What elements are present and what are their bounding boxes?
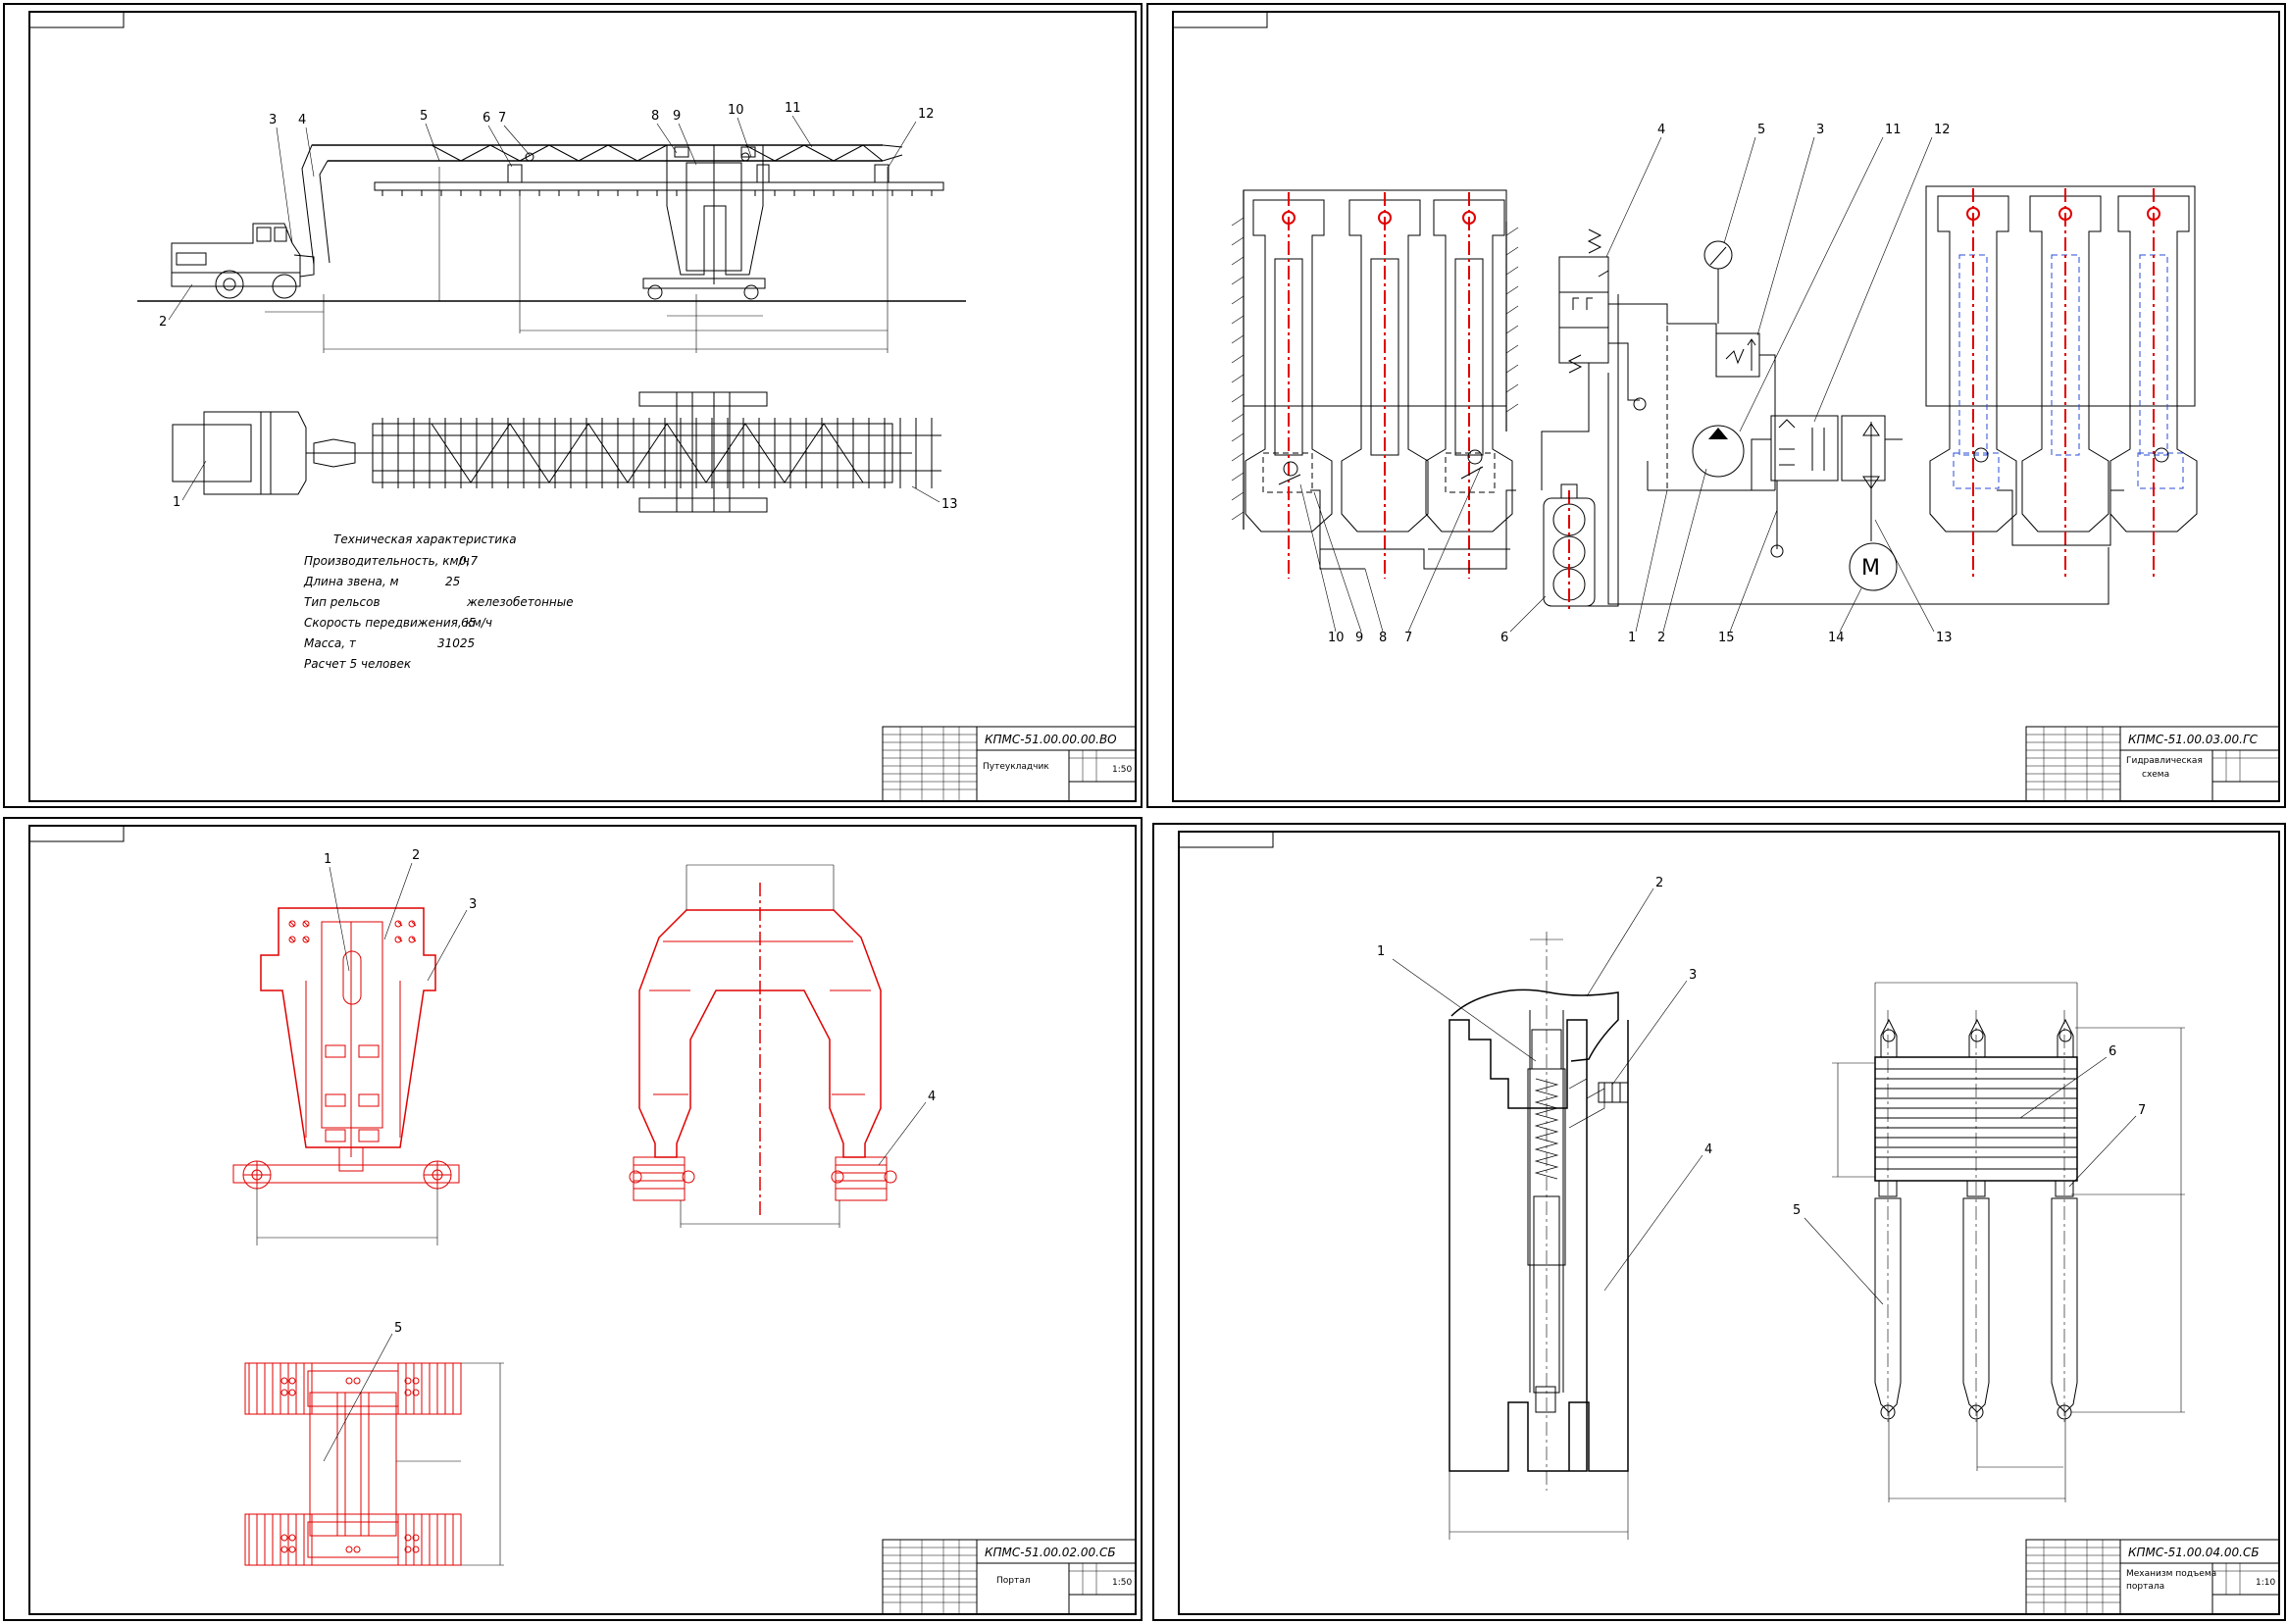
spec-label-1: Длина звена, м — [303, 575, 399, 588]
callout-4: 4 — [928, 1090, 936, 1104]
spec-title: Техническая характеристика — [333, 533, 517, 546]
sheet-3-code: КПМС-51.00.02.00.СБ — [985, 1546, 1116, 1559]
pressure-gauge — [1703, 240, 1733, 324]
cylinder-group-left — [1231, 189, 1519, 579]
callout-6: 6 — [2109, 1044, 2116, 1059]
callout-12: 12 — [918, 107, 935, 122]
callout-15: 15 — [1718, 631, 1735, 645]
callouts-lifting: 1 2 3 4 5 6 7 — [1377, 876, 2146, 1305]
coupling-block — [1751, 415, 1903, 558]
callout-2: 2 — [412, 848, 420, 863]
callout-5: 5 — [1757, 123, 1765, 137]
callout-4: 4 — [1657, 123, 1665, 137]
tractor — [171, 223, 315, 299]
jack-bank-view — [1832, 982, 2185, 1502]
callout-1: 1 — [324, 852, 331, 867]
callout-9: 9 — [673, 109, 681, 124]
sheet-3-title: Портал — [996, 1576, 1031, 1586]
boom-crane — [301, 144, 944, 266]
callout-10: 10 — [1328, 631, 1345, 645]
callout-10: 10 — [728, 103, 744, 118]
callout-5: 5 — [394, 1321, 402, 1336]
flow-divider — [1543, 483, 1596, 612]
callout-1: 1 — [173, 495, 180, 510]
sheet-1-scale: 1:50 — [1112, 765, 1132, 775]
spec-value-4: 31025 — [437, 636, 475, 650]
spec-label-2: Тип рельсов — [304, 595, 381, 609]
callout-13: 13 — [941, 497, 958, 512]
sheet-3-scale: 1:50 — [1112, 1578, 1132, 1588]
sheet-portal: 1 2 3 4 5 КПМС-51.00.02.00.СБ Портал 1:5… — [3, 817, 1143, 1621]
callout-13: 13 — [1936, 631, 1953, 645]
callout-3: 3 — [1689, 968, 1697, 983]
portal-plan-view — [244, 1362, 504, 1566]
motor-label: М — [1861, 556, 1880, 581]
callout-11: 11 — [785, 101, 801, 116]
electric-motor: М — [1849, 542, 1898, 591]
portal-side-view — [629, 864, 897, 1228]
sheet-general-view: 3 4 5 6 7 8 9 10 11 12 2 1 13 Техническа… — [3, 3, 1143, 808]
portal-side — [642, 145, 766, 300]
shaft — [1862, 422, 1880, 541]
callout-3: 3 — [469, 897, 477, 912]
callout-9: 9 — [1355, 631, 1363, 645]
callout-2: 2 — [1655, 876, 1663, 890]
sheet-2-code: КПМС-51.00.03.00.ГС — [2128, 733, 2259, 746]
spec-value-1: 25 — [445, 575, 460, 588]
callout-8: 8 — [1379, 631, 1387, 645]
spec-label-5: Расчет 5 человек — [304, 657, 412, 671]
sheet-4-subtitle: портала — [2126, 1582, 2164, 1592]
callout-4: 4 — [1704, 1142, 1712, 1157]
pump — [1569, 294, 2109, 607]
spec-label-4: Масса, т — [304, 636, 357, 650]
callout-14: 14 — [1828, 631, 1845, 645]
spec-value-2: железобетонные — [466, 595, 574, 609]
portal-front-view — [232, 907, 460, 1245]
callout-4: 4 — [298, 113, 306, 127]
callout-3: 3 — [1816, 123, 1824, 137]
sheet-4-scale: 1:10 — [2256, 1578, 2275, 1588]
callout-7: 7 — [498, 111, 506, 126]
title-block-4: КПМС-51.00.04.00.СБ Механизм подъема пор… — [2025, 1539, 2280, 1615]
lifting-section-view — [1448, 932, 1629, 1540]
callout-7: 7 — [2138, 1103, 2146, 1118]
directional-valve — [1541, 228, 1717, 490]
technical-spec: Техническая характеристика Производитель… — [303, 533, 574, 671]
spec-value-3: 65 — [461, 616, 476, 630]
callout-6: 6 — [483, 111, 490, 126]
callout-5: 5 — [420, 109, 428, 124]
sheet-lifting-mechanism: 1 2 3 4 5 6 7 КПМС-51.00.04.00.СБ Механи… — [1152, 823, 2286, 1621]
callout-2: 2 — [1657, 631, 1665, 645]
spec-label-0: Производительность, км/ч — [304, 554, 470, 568]
callout-1: 1 — [1377, 944, 1385, 959]
callout-11: 11 — [1885, 123, 1902, 137]
callout-5: 5 — [1793, 1203, 1801, 1218]
title-block-1: КПМС-51.00.00.00.ВО Путеукладчик 1:50 — [882, 726, 1137, 802]
sheet-hydraulic-scheme: М 4 5 3 11 12 10 9 8 7 6 1 2 15 14 13 КП… — [1146, 3, 2286, 808]
plan-view — [172, 391, 941, 513]
sheet-2-title: Гидравлическая — [2126, 756, 2203, 766]
callout-12: 12 — [1934, 123, 1951, 137]
sheet-4-title: Механизм подъема — [2126, 1569, 2216, 1579]
callout-3: 3 — [269, 113, 277, 127]
callout-7: 7 — [1404, 631, 1412, 645]
drawing-canvas: 3 4 5 6 7 8 9 10 11 12 2 1 13 Техническа… — [3, 3, 2286, 1621]
cylinder-group-right — [1925, 185, 2198, 581]
callout-6: 6 — [1500, 631, 1508, 645]
callout-2: 2 — [159, 315, 167, 330]
spec-value-0: 0,7 — [459, 554, 478, 568]
relief-valve — [1715, 332, 1776, 490]
title-block-3: КПМС-51.00.02.00.СБ Портал 1:50 — [882, 1539, 1137, 1615]
sheet-2-subtitle: схема — [2142, 770, 2169, 780]
sheet-1-code: КПМС-51.00.00.00.ВО — [985, 733, 1117, 746]
callout-1: 1 — [1628, 631, 1636, 645]
title-block-2: КПМС-51.00.03.00.ГС Гидравлическая схема — [2025, 726, 2280, 802]
sheet-1-title: Путеукладчик — [983, 762, 1049, 772]
sheet-4-code: КПМС-51.00.04.00.СБ — [2128, 1546, 2260, 1559]
callout-8: 8 — [651, 109, 659, 124]
